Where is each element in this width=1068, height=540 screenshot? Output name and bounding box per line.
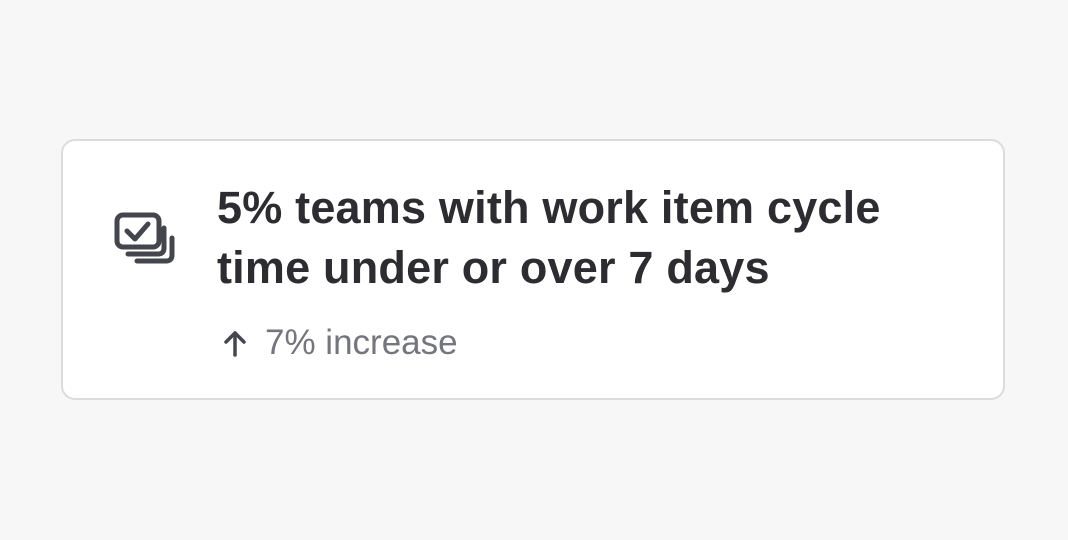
trend-indicator: 7% increase: [221, 323, 458, 363]
stacked-checkbox-icon: [114, 212, 175, 264]
metric-card: 5% teams with work item cycle time under…: [61, 139, 1005, 400]
arrow-up-icon: [224, 331, 246, 357]
trend-text: 7% increase: [265, 323, 458, 362]
metric-title: 5% teams with work item cycle time under…: [217, 182, 881, 293]
